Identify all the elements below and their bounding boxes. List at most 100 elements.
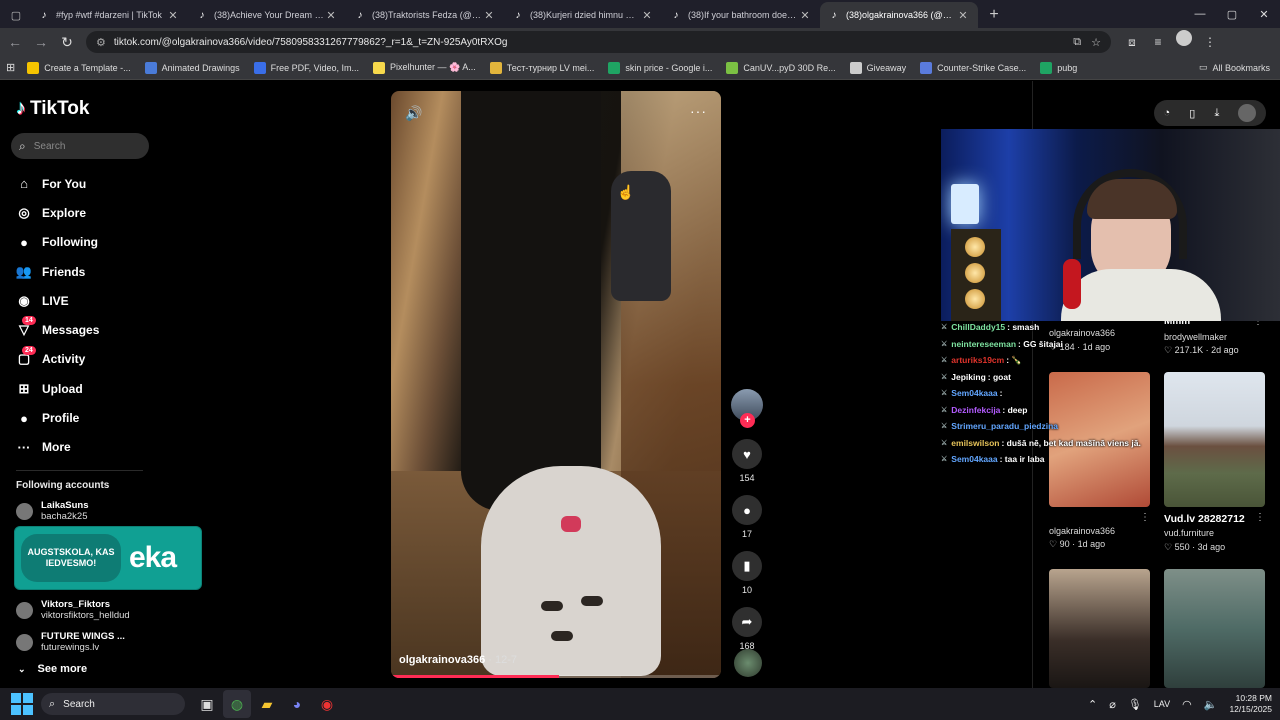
grid-thumb-5[interactable] [1049, 569, 1150, 688]
sidebar-item-profile[interactable]: ● Profile [16, 403, 99, 432]
download-icon[interactable]: ⤓ [1214, 107, 1219, 120]
grid-thumb-6[interactable] [1164, 569, 1265, 688]
all-bookmarks-button[interactable]: ▭ All Bookmarks [1199, 62, 1270, 73]
grid-more-icon-3[interactable]: ⋮ [1140, 512, 1150, 523]
creator-avatar[interactable]: + [731, 389, 763, 428]
tray-chevron-icon[interactable]: ⌃ [1088, 698, 1097, 711]
sidebar-item-messages[interactable]: ▽ 14 Messages [16, 315, 99, 344]
grid-thumb-4[interactable] [1164, 372, 1265, 507]
bookmark-item[interactable]: Giveaway [849, 61, 906, 74]
extensions-icon[interactable]: ⧈ [1119, 30, 1145, 54]
sidebar-item-friends[interactable]: 👥 Friends [16, 257, 99, 286]
bookmark-item[interactable]: Counter-Strike Case... [920, 61, 1026, 74]
bookmark-item[interactable]: Тест-турнир LV mei... [489, 61, 594, 74]
close-window-icon[interactable]: ✕ [1248, 0, 1280, 28]
sidebar-item-for-you[interactable]: ⌂ For You [16, 169, 99, 198]
file-explorer-icon[interactable]: ▰ [253, 690, 281, 718]
video-author[interactable]: olgakrainova366 · 12-7 [399, 654, 517, 666]
address-bar[interactable]: ⚙ tiktok.com/@olgakrainova366/video/7580… [86, 31, 1111, 53]
promo-banner[interactable]: AUGSTSKOLA, KAS IEDVESMO! eka [14, 526, 202, 590]
back-icon[interactable]: ← [2, 30, 28, 54]
following-account[interactable]: Viktors_Fiktors viktorsfiktors_helldud [16, 599, 130, 621]
browser-tab[interactable]: ♪ (38)Kurjeri dzied himnu Rīgā | T✕ [504, 2, 662, 28]
sidebar-item-following[interactable]: ● Following [16, 228, 99, 257]
chat-user: Sem04kaaa [951, 454, 998, 465]
windows-start-icon[interactable] [11, 693, 33, 715]
close-tab-icon[interactable]: ✕ [640, 9, 654, 22]
video-progress-bar[interactable] [391, 675, 721, 678]
profile-avatar[interactable] [1176, 30, 1192, 46]
language-indicator[interactable]: LAV [1154, 699, 1170, 709]
taskbar-search[interactable]: ⌕ Search [41, 693, 185, 715]
microphone-icon[interactable]: 🎙 [1128, 698, 1142, 711]
bookmark-star-icon[interactable]: ☆ [1091, 36, 1101, 49]
coins-icon[interactable]: ◔ [1164, 107, 1171, 119]
device-icon[interactable]: ▯ [1189, 107, 1195, 120]
close-tab-icon[interactable]: ✕ [482, 9, 496, 22]
forward-icon[interactable]: → [28, 30, 54, 54]
close-tab-icon[interactable]: ✕ [166, 9, 180, 22]
sidebar-item-live[interactable]: ◉ LIVE [16, 286, 99, 315]
see-more-button[interactable]: ⌄ See more [18, 663, 87, 675]
sidebar-item-upload[interactable]: ⊞ Upload [16, 374, 99, 403]
browser-menu-icon[interactable]: ⋮ [1197, 30, 1223, 54]
maximize-icon[interactable]: ▢ [1216, 0, 1248, 28]
install-app-icon[interactable]: ⧉ [1073, 36, 1081, 49]
following-account[interactable]: FUTURE WINGS ... futurewings.lv [16, 631, 125, 653]
clock[interactable]: 10:28 PM 12/15/2025 [1229, 693, 1272, 715]
clock-date: 12/15/2025 [1229, 704, 1272, 714]
close-tab-icon[interactable]: ✕ [956, 9, 970, 22]
bookmark-item[interactable]: Animated Drawings [144, 61, 240, 74]
top-right-tools: ◔ ▯ ⤓ [1154, 100, 1266, 126]
browser-tab[interactable]: ♪ (38)Traktorists Fedza (@trakto✕ [346, 2, 504, 28]
video-more-icon[interactable]: ··· [690, 103, 707, 119]
minimize-icon[interactable]: — [1184, 0, 1216, 28]
sidebar-item-explore[interactable]: ◎ Explore [16, 198, 99, 227]
network-off-icon[interactable]: ⌀ [1109, 698, 1116, 711]
user-avatar[interactable] [1238, 104, 1257, 122]
close-tab-icon[interactable]: ✕ [798, 9, 812, 22]
search-input[interactable]: ⌕ Search [11, 133, 149, 159]
grid-more-icon-4[interactable]: ⋮ [1255, 512, 1265, 523]
media-controls-icon[interactable]: ≡ [1145, 30, 1171, 54]
share-button[interactable]: ➦ 168 [731, 607, 763, 651]
tab-search-icon[interactable]: ▢ [6, 5, 26, 25]
like-button[interactable]: ♥ 154 [731, 439, 763, 483]
comment-button[interactable]: ● 17 [731, 495, 763, 539]
bookmark-item[interactable]: CanUV...pyD 30D Re... [726, 61, 836, 74]
site-info-icon[interactable]: ⚙ [96, 36, 106, 49]
chat-text: : taa ir laba [999, 454, 1045, 465]
bookmark-item[interactable]: Free PDF, Video, Im... [253, 61, 359, 74]
browser-tab[interactable]: ♪ (38)If your bathroom doesn't fe✕ [662, 2, 820, 28]
bookmark-item[interactable]: pubg [1040, 61, 1077, 74]
bookmark-item[interactable]: skin price - Google i... [608, 61, 712, 74]
browser-tab[interactable]: ♪ (38)Achieve Your Dream Life: W✕ [188, 2, 346, 28]
wifi-icon[interactable]: ◠ [1182, 698, 1192, 711]
bookmark-favicon-icon [920, 61, 933, 74]
follow-plus-icon[interactable]: + [740, 413, 755, 428]
record-app-icon[interactable]: ◉ [313, 690, 341, 718]
bookmark-item[interactable]: Pixelhunter — 🌸 A... [373, 61, 476, 74]
video-player[interactable]: 🔊 ··· ☝ olgakrainova366 · 12-7 [391, 91, 721, 678]
apps-grid-icon[interactable]: ⊞ [6, 61, 15, 74]
tiktok-logo[interactable]: ♪ TikTok [16, 97, 89, 120]
task-view-icon[interactable]: ▣ [193, 690, 221, 718]
close-tab-icon[interactable]: ✕ [324, 9, 338, 22]
bookmark-favicon-icon [144, 61, 157, 74]
following-account[interactable]: LaikaSuns bacha2k25 [16, 500, 89, 522]
discord-icon[interactable]: ◕ [283, 690, 311, 718]
save-button[interactable]: ▮ 10 [731, 551, 763, 595]
bookmark-item[interactable]: Create a Template -... [27, 61, 131, 74]
chrome-icon[interactable]: ◍ [223, 690, 251, 718]
bookmarks-bar: ⊞ Create a Template -... Animated Drawing… [0, 56, 1280, 80]
reload-icon[interactable]: ↻ [54, 30, 80, 54]
sidebar-item-activity[interactable]: ▢ 24 Activity [16, 345, 99, 374]
upload-icon: ⊞ [18, 380, 30, 396]
new-tab-button[interactable]: + [982, 3, 1006, 27]
music-disc-avatar[interactable] [734, 649, 762, 677]
browser-tab[interactable]: ♪ #fyp #wtf #darzeni | TikTok ✕ [30, 2, 188, 28]
speaker-icon[interactable]: 🔈 [1204, 698, 1218, 711]
volume-icon[interactable]: 🔊 [405, 105, 422, 122]
browser-tab[interactable]: ♪ (38)olgakrainova366 (@olgakra✕ [820, 2, 978, 28]
sidebar-item-more[interactable]: ··· More [16, 433, 99, 462]
